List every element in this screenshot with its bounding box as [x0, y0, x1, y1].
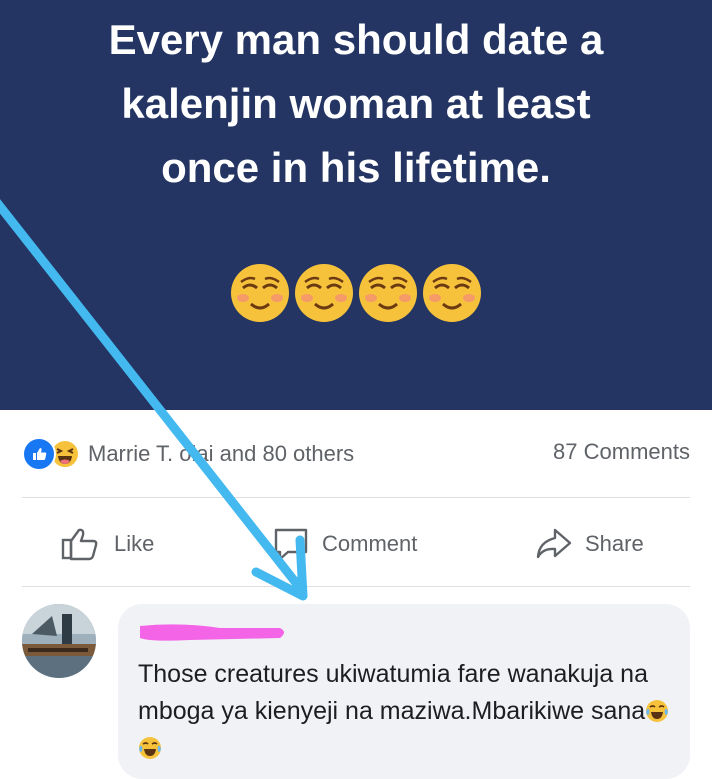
- post-text-line: kalenjin woman at least: [121, 80, 591, 127]
- like-reaction-icon: [22, 437, 56, 471]
- relieved-face-emoji: [231, 264, 289, 322]
- share-button[interactable]: Share: [535, 522, 644, 566]
- reaction-summary[interactable]: Marrie T. olai and 80 others: [22, 436, 354, 472]
- post-text-line: once in his lifetime.: [161, 144, 551, 191]
- post-text: Every man should date a kalenjin woman a…: [20, 8, 692, 200]
- share-icon: [536, 528, 572, 559]
- redacted-commenter-name: [140, 624, 284, 641]
- avatar-photo: [22, 604, 96, 678]
- comment-count[interactable]: 87 Comments: [553, 439, 690, 465]
- emoji-row: [0, 262, 712, 324]
- post-banner: Every man should date a kalenjin woman a…: [0, 0, 712, 410]
- comment-label: Comment: [322, 531, 418, 556]
- share-label: Share: [585, 531, 644, 556]
- divider: [22, 497, 690, 498]
- avatar[interactable]: [22, 604, 96, 678]
- comment-bubble: Those creatures ukiwatumia fare wanakuja…: [118, 604, 690, 779]
- tears-of-joy-emoji: [139, 737, 161, 759]
- relieved-face-emoji: [295, 264, 353, 322]
- relieved-face-emoji: [423, 264, 481, 322]
- comment-body: Those creatures ukiwatumia fare wanakuja…: [138, 660, 648, 725]
- comment-text: Those creatures ukiwatumia fare wanakuja…: [138, 656, 670, 767]
- tears-of-joy-emoji: [646, 700, 669, 722]
- like-label: Like: [114, 531, 155, 556]
- divider: [22, 586, 690, 587]
- reactors-text[interactable]: Marrie T. olai and 80 others: [88, 441, 354, 467]
- post-text-line: Every man should date a: [108, 16, 604, 63]
- thumbs-up-icon: [61, 528, 98, 561]
- relieved-face-emoji: [359, 264, 417, 322]
- comment-button[interactable]: Comment: [272, 522, 417, 566]
- comment-icon: [274, 528, 308, 561]
- like-button[interactable]: Like: [60, 522, 154, 566]
